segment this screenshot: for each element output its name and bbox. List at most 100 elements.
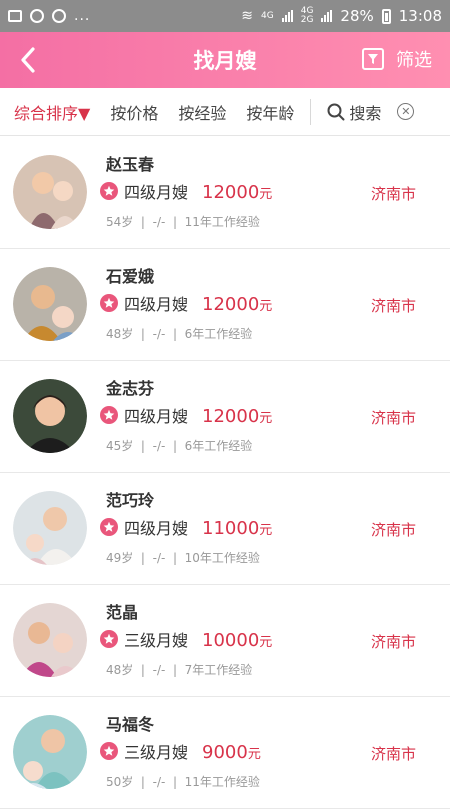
meta-separator: | bbox=[140, 215, 145, 229]
avatar bbox=[13, 379, 87, 453]
network-4g: 4G bbox=[261, 11, 274, 21]
clear-search-icon[interactable]: ✕ bbox=[397, 103, 415, 120]
meta-separator: | bbox=[140, 439, 145, 453]
caregiver-city: 济南市 bbox=[370, 297, 416, 315]
meta-separator: | bbox=[140, 663, 145, 677]
caregiver-price: 11000 bbox=[202, 518, 260, 539]
back-arrow-icon[interactable] bbox=[8, 40, 48, 80]
avatar bbox=[13, 267, 87, 341]
sort-experience[interactable]: 按经验 bbox=[168, 100, 236, 124]
price-unit: 元 bbox=[259, 187, 273, 202]
caregiver-row[interactable]: 范晶 三级月嫂 10000 元 48岁 | -/- | 7年工作经验 济南市 bbox=[0, 585, 450, 697]
caregiver-name: 赵玉春 bbox=[106, 155, 155, 174]
caregiver-name: 石爱娥 bbox=[106, 267, 155, 286]
caregiver-level: 四级月嫂 bbox=[124, 183, 189, 202]
sort-divider bbox=[310, 98, 312, 125]
sort-comprehensive[interactable]: 综合排序▼ bbox=[0, 100, 100, 124]
meta-dash: -/- bbox=[152, 215, 166, 229]
caregiver-name: 马福冬 bbox=[106, 715, 155, 734]
meta-separator: | bbox=[172, 327, 177, 341]
caregiver-price: 12000 bbox=[202, 182, 260, 203]
caregiver-age: 49岁 bbox=[106, 551, 134, 565]
meta-dash: -/- bbox=[152, 439, 166, 453]
caregiver-price: 10000 bbox=[202, 630, 260, 651]
battery-percent: 28% bbox=[340, 7, 374, 25]
search-icon bbox=[327, 103, 345, 120]
caregiver-row[interactable]: 马福冬 三级月嫂 9000 元 50岁 | -/- | 11年工作经验 济南市 bbox=[0, 697, 450, 809]
meta-dash: -/- bbox=[152, 327, 166, 341]
network-dual: 4G 2G bbox=[301, 7, 314, 25]
caregiver-row[interactable]: 金志芬 四级月嫂 12000 元 45岁 | -/- | 6年工作经验 济南市 bbox=[0, 361, 450, 473]
caregiver-list: 赵玉春 四级月嫂 12000 元 54岁 | -/- | 11年工作经验 济南市… bbox=[0, 137, 450, 809]
caregiver-row[interactable]: 石爱娥 四级月嫂 12000 元 48岁 | -/- | 6年工作经验 济南市 bbox=[0, 249, 450, 361]
filter-button[interactable]: 筛选 bbox=[362, 46, 432, 72]
caregiver-age: 45岁 bbox=[106, 439, 134, 453]
price-unit: 元 bbox=[259, 411, 273, 426]
signal-icon-2 bbox=[321, 10, 333, 22]
caregiver-meta: 48岁 | -/- | 6年工作经验 bbox=[106, 325, 252, 342]
caregiver-level: 四级月嫂 bbox=[124, 407, 189, 426]
caregiver-experience: 6年工作经验 bbox=[184, 327, 253, 341]
meta-separator: | bbox=[140, 551, 145, 565]
caregiver-city: 济南市 bbox=[370, 185, 416, 203]
level-line: 三级月嫂 9000 元 bbox=[100, 739, 261, 763]
meta-dash: -/- bbox=[152, 551, 166, 565]
page-title: 找月嫂 bbox=[193, 49, 257, 73]
battery-icon bbox=[381, 8, 391, 24]
more-notifications: ... bbox=[74, 8, 91, 24]
search-label: 搜索 bbox=[349, 103, 382, 123]
avatar bbox=[13, 603, 87, 677]
star-badge-icon bbox=[100, 182, 118, 200]
caregiver-price: 12000 bbox=[202, 406, 260, 427]
price-unit: 元 bbox=[259, 299, 273, 314]
caregiver-meta: 49岁 | -/- | 10年工作经验 bbox=[106, 549, 260, 566]
caregiver-price: 9000 bbox=[202, 742, 248, 763]
star-badge-icon bbox=[100, 406, 118, 424]
caregiver-row[interactable]: 赵玉春 四级月嫂 12000 元 54岁 | -/- | 11年工作经验 济南市 bbox=[0, 137, 450, 249]
level-line: 四级月嫂 12000 元 bbox=[100, 403, 272, 427]
filter-icon bbox=[362, 48, 384, 70]
caregiver-price: 12000 bbox=[202, 294, 260, 315]
caregiver-meta: 54岁 | -/- | 11年工作经验 bbox=[106, 213, 260, 230]
meta-separator: | bbox=[172, 663, 177, 677]
clock: 13:08 bbox=[398, 7, 442, 25]
caregiver-age: 48岁 bbox=[106, 327, 134, 341]
caregiver-experience: 11年工作经验 bbox=[184, 215, 260, 229]
caregiver-meta: 50岁 | -/- | 11年工作经验 bbox=[106, 773, 260, 790]
caregiver-level: 四级月嫂 bbox=[124, 519, 189, 538]
level-line: 四级月嫂 12000 元 bbox=[100, 291, 272, 315]
meta-separator: | bbox=[172, 775, 177, 789]
avatar bbox=[13, 491, 87, 565]
star-badge-icon bbox=[100, 518, 118, 536]
caregiver-experience: 6年工作经验 bbox=[184, 439, 253, 453]
sort-price[interactable]: 按价格 bbox=[100, 100, 168, 124]
caregiver-name: 范巧玲 bbox=[106, 491, 155, 510]
caregiver-age: 54岁 bbox=[106, 215, 134, 229]
sort-bar: 综合排序▼ 按价格 按经验 按年龄 搜索 ✕ bbox=[0, 88, 450, 136]
star-badge-icon bbox=[100, 294, 118, 312]
search-button[interactable]: 搜索 bbox=[315, 100, 381, 124]
caregiver-city: 济南市 bbox=[370, 633, 416, 651]
caregiver-experience: 10年工作经验 bbox=[184, 551, 260, 565]
app-header: 找月嫂 筛选 bbox=[0, 32, 450, 88]
caregiver-level: 三级月嫂 bbox=[124, 743, 189, 762]
caregiver-age: 50岁 bbox=[106, 775, 134, 789]
caregiver-experience: 7年工作经验 bbox=[184, 663, 253, 677]
sync-icon bbox=[30, 9, 44, 23]
net-label-mid-bottom: 2G bbox=[300, 15, 314, 25]
caregiver-row[interactable]: 范巧玲 四级月嫂 11000 元 49岁 | -/- | 10年工作经验 济南市 bbox=[0, 473, 450, 585]
star-badge-icon bbox=[100, 742, 118, 760]
filter-label: 筛选 bbox=[396, 50, 432, 71]
status-bar-left: ... bbox=[8, 8, 90, 24]
meta-dash: -/- bbox=[152, 775, 166, 789]
sort-age[interactable]: 按年龄 bbox=[236, 100, 304, 124]
meta-separator: | bbox=[172, 551, 177, 565]
meta-dash: -/- bbox=[152, 663, 166, 677]
level-line: 四级月嫂 12000 元 bbox=[100, 179, 272, 203]
gallery-icon bbox=[8, 10, 22, 22]
meta-separator: | bbox=[140, 775, 145, 789]
caregiver-city: 济南市 bbox=[370, 745, 416, 763]
status-bar: ... ≋ 4G 4G 2G 28% 13:08 bbox=[0, 0, 450, 32]
level-line: 三级月嫂 10000 元 bbox=[100, 627, 272, 651]
meta-separator: | bbox=[172, 215, 177, 229]
